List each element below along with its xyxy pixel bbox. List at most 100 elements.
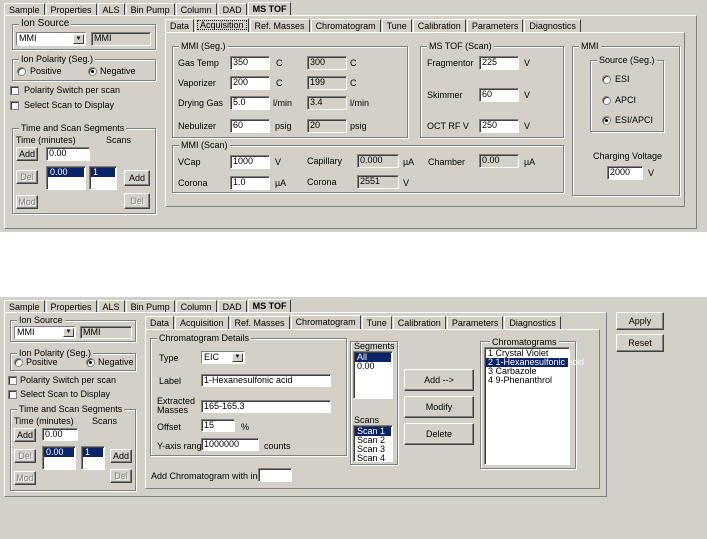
del-scan-button[interactable]: Del [124,193,150,209]
tab-tune[interactable]: Tune [361,316,392,329]
chevron-down-icon[interactable]: ▼ [232,353,243,362]
label-input[interactable]: 1-Hexanesulfonic acid [201,374,331,387]
list-item[interactable]: 0.00 [48,168,84,177]
esi-apci-radio[interactable] [602,116,611,125]
polarity-label: Ion Polarity (Seg.) [19,54,96,64]
add-index-input[interactable] [258,468,292,482]
add-time-button[interactable]: Add [16,147,38,161]
tab-calibration[interactable]: Calibration [412,19,466,32]
mmi-label: MMI [579,41,601,51]
time-list[interactable]: 0.00 [46,166,86,190]
list-item[interactable]: 4 9-Phenanthrol [486,376,568,385]
offset-unit: % [241,422,250,432]
tab-diagnostics[interactable]: Diagnostics [504,316,561,329]
corona-readout-unit: V [403,178,410,188]
apply-button[interactable]: Apply [616,312,664,330]
chevron-down-icon[interactable]: ▼ [73,34,84,44]
masses-label: Masses [157,405,189,415]
gas-temp-input[interactable]: 350 [230,56,270,70]
select-scan-checkbox[interactable] [10,101,19,110]
tab-acquisition[interactable]: Acquisition [175,316,229,329]
mod-time-button[interactable]: Mod [14,471,36,485]
tab-tune[interactable]: Tune [381,19,412,32]
tab-acquisition[interactable]: Acquisition [195,18,249,32]
chrom-details-label: Chromatogram Details [157,333,252,343]
nebulizer-input[interactable]: 60 [230,119,270,133]
add-scan-button[interactable]: Add [124,170,150,186]
ion-source-select[interactable]: MMI ▼ [14,326,76,339]
add-scan-button[interactable]: Add [110,449,132,463]
fragmentor-input[interactable]: 225 [479,56,519,70]
time-input[interactable]: 0.00 [42,428,78,441]
tab-calibration[interactable]: Calibration [392,316,446,329]
chromatograms-list[interactable]: 1 Crystal Violet 2 1-Hexanesulfonic acid… [484,347,584,465]
time-input[interactable]: 0.00 [46,147,90,161]
bottom-panel: Sample Properties ALS Bin Pump Column DA… [0,297,707,539]
positive-radio[interactable] [14,358,23,367]
add-time-button[interactable]: Add [14,428,36,442]
oct-rf-input[interactable]: 250 [479,119,519,133]
tab-parameters[interactable]: Parameters [466,19,524,32]
segments-list[interactable]: All 0.00 [353,351,393,399]
tab-chromatogram[interactable]: Chromatogram [310,19,381,32]
charging-voltage-label: Charging Voltage [593,151,663,161]
charging-voltage-unit: V [648,168,655,178]
yaxis-input[interactable]: 1000000 [201,438,259,451]
polarity-switch-label: Polarity Switch per scan [20,375,117,385]
masses-input[interactable]: 165-165.3 [201,400,331,413]
scans-list[interactable]: 1 [81,446,105,470]
del-time-button[interactable]: Del [14,449,36,463]
scans-list[interactable]: 1 [89,166,117,190]
positive-label: Positive [26,357,58,367]
corona-input[interactable]: 1.0 [230,176,270,190]
time-list[interactable]: 0.00 [42,446,76,470]
del-scan-button[interactable]: Del [110,469,132,483]
drying-gas-input[interactable]: 5.0 [230,96,270,110]
chevron-down-icon[interactable]: ▼ [63,328,74,337]
negative-radio[interactable] [88,67,97,76]
del-time-button[interactable]: Del [16,170,38,184]
tab-diagnostics[interactable]: Diagnostics [524,19,581,32]
positive-radio[interactable] [17,67,26,76]
tab-ms-tof[interactable]: MS TOF [247,2,292,16]
vcap-input[interactable]: 1000 [230,155,270,169]
list-item[interactable]: 0.00 [44,448,74,457]
type-select[interactable]: EIC ▼ [201,351,245,364]
gas-temp-unit: C [276,58,283,68]
modify-button[interactable]: Modify [404,396,474,418]
select-scan-checkbox[interactable] [8,390,17,399]
yaxis-unit: counts [264,441,291,451]
list-item[interactable]: 1 [83,448,103,457]
tab-ref-masses[interactable]: Ref. Masses [249,19,310,32]
tab-data[interactable]: Data [165,19,195,32]
vaporizer-input[interactable]: 200 [230,76,270,90]
polarity-switch-checkbox[interactable] [8,376,17,385]
tab-data[interactable]: Data [145,316,175,329]
negative-radio[interactable] [86,358,95,367]
reset-button[interactable]: Reset [616,334,664,352]
tab-chromatogram[interactable]: Chromatogram [290,315,361,329]
tab-ref-masses[interactable]: Ref. Masses [229,316,290,329]
polarity-switch-checkbox[interactable] [10,86,19,95]
chrom-scans-list[interactable]: Scan 1 Scan 2 Scan 3 Scan 4 [353,425,393,463]
apci-radio[interactable] [602,96,611,105]
skimmer-input[interactable]: 60 [479,88,519,102]
list-item[interactable]: Scan 4 [355,454,391,463]
offset-input[interactable]: 15 [201,419,235,432]
fragmentor-unit: V [524,58,531,68]
delete-button[interactable]: Delete [404,423,474,445]
negative-label: Negative [100,66,136,76]
mod-time-button[interactable]: Mod [16,195,38,209]
add-chromatogram-button[interactable]: Add --> [404,369,474,391]
ion-source-select[interactable]: MMI ▼ [16,32,86,46]
nebulizer-actual-unit: psig [350,121,367,131]
tab-parameters[interactable]: Parameters [446,316,504,329]
capillary-label: Capillary [307,156,343,166]
oct-rf-label: OCT RF V [427,121,469,131]
vaporizer-label: Vaporizer [178,78,216,88]
charging-voltage-input[interactable]: 2000 [607,166,643,180]
esi-radio[interactable] [602,75,611,84]
tab-ms-tof[interactable]: MS TOF [247,299,292,313]
list-item[interactable]: 1 [91,168,115,177]
list-item[interactable]: 0.00 [355,362,391,371]
